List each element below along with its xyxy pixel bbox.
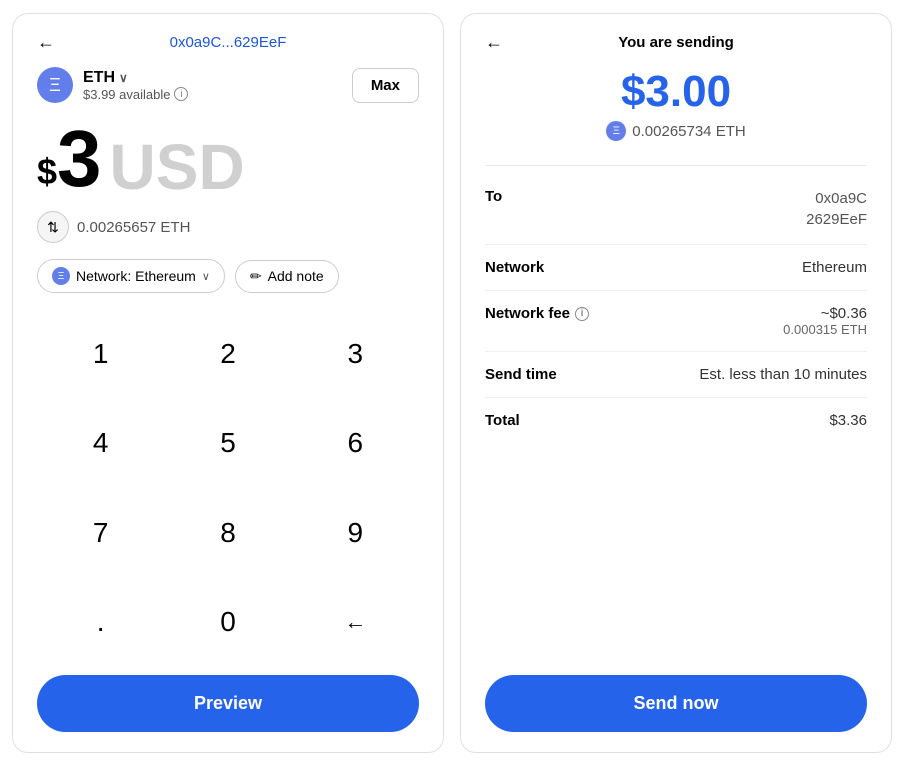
send-time-row: Send time Est. less than 10 minutes <box>485 352 867 398</box>
key-backspace[interactable]: ← <box>292 578 419 668</box>
network-row: Network Ethereum <box>485 245 867 291</box>
network-value: Ethereum <box>802 259 867 276</box>
key-6[interactable]: 6 <box>292 399 419 489</box>
sending-eth-icon: Ξ <box>606 121 626 141</box>
network-selector-button[interactable]: Ξ Network: Ethereum ∨ <box>37 259 225 293</box>
token-selector[interactable]: Ξ ETH ∨ $3.99 available i <box>37 67 188 103</box>
right-header: ← You are sending <box>485 34 867 51</box>
swap-currency-button[interactable]: ⇅ <box>37 211 69 243</box>
total-value: $3.36 <box>829 412 867 429</box>
right-header-title: You are sending <box>618 34 734 51</box>
amount-display: $ 3 USD <box>37 119 419 199</box>
token-row: Ξ ETH ∨ $3.99 available i Max <box>37 67 419 103</box>
sending-usd-amount: $3.00 <box>485 67 867 117</box>
send-now-button[interactable]: Send now <box>485 675 867 732</box>
amount-currency: USD <box>110 135 245 199</box>
preview-button[interactable]: Preview <box>37 675 419 732</box>
key-dot[interactable]: . <box>37 578 164 668</box>
right-back-button[interactable]: ← <box>485 32 503 53</box>
balance-info-icon[interactable]: i <box>174 87 188 101</box>
send-time-value: Est. less than 10 minutes <box>699 366 867 383</box>
network-eth-icon: Ξ <box>52 267 70 285</box>
key-7[interactable]: 7 <box>37 488 164 578</box>
sending-eth-amount: 0.00265734 ETH <box>632 123 745 140</box>
note-label: Add note <box>268 268 324 284</box>
sending-amount-section: $3.00 Ξ 0.00265734 ETH <box>485 67 867 141</box>
amount-number: 3 <box>57 119 102 199</box>
fee-label: Network fee i <box>485 305 589 322</box>
to-address: 0x0a9C 2629EeF <box>806 188 867 230</box>
fee-info-icon[interactable]: i <box>575 307 589 321</box>
key-3[interactable]: 3 <box>292 309 419 399</box>
left-header: ← 0x0a9C...629EeF <box>37 34 419 51</box>
dollar-sign: $ <box>37 151 57 193</box>
token-name-row: ETH ∨ <box>83 69 188 87</box>
token-symbol: ETH <box>83 69 115 87</box>
key-2[interactable]: 2 <box>164 309 291 399</box>
token-dropdown-icon[interactable]: ∨ <box>119 71 128 85</box>
eth-logo-icon: Ξ <box>37 67 73 103</box>
sending-eth-row: Ξ 0.00265734 ETH <box>485 121 867 141</box>
to-row: To 0x0a9C 2629EeF <box>485 174 867 245</box>
to-label: To <box>485 188 502 205</box>
add-note-button[interactable]: ✏ Add note <box>235 260 339 293</box>
fee-row: Network fee i ~$0.36 0.000315 ETH <box>485 291 867 352</box>
key-9[interactable]: 9 <box>292 488 419 578</box>
eth-equiv-amount: 0.00265657 ETH <box>77 219 190 236</box>
max-button[interactable]: Max <box>352 68 419 103</box>
fee-value: ~$0.36 <box>783 305 867 322</box>
network-label: Network <box>485 259 544 276</box>
key-1[interactable]: 1 <box>37 309 164 399</box>
network-label: Network: Ethereum <box>76 268 196 284</box>
numpad: 1 2 3 4 5 6 7 8 9 . 0 ← <box>37 309 419 667</box>
wallet-address[interactable]: 0x0a9C...629EeF <box>170 34 287 51</box>
confirm-panel: ← You are sending $3.00 Ξ 0.00265734 ETH… <box>460 13 892 753</box>
key-4[interactable]: 4 <box>37 399 164 489</box>
fee-eth: 0.000315 ETH <box>783 322 867 337</box>
transaction-details: To 0x0a9C 2629EeF Network Ethereum Netwo… <box>485 174 867 675</box>
key-8[interactable]: 8 <box>164 488 291 578</box>
left-back-button[interactable]: ← <box>37 32 55 53</box>
key-0[interactable]: 0 <box>164 578 291 668</box>
total-label: Total <box>485 412 520 429</box>
network-chevron-icon: ∨ <box>202 270 210 283</box>
key-5[interactable]: 5 <box>164 399 291 489</box>
total-row: Total $3.36 <box>485 398 867 443</box>
send-time-label: Send time <box>485 366 557 383</box>
send-panel: ← 0x0a9C...629EeF Ξ ETH ∨ $3.99 availabl… <box>12 13 444 753</box>
token-info: ETH ∨ $3.99 available i <box>83 69 188 102</box>
pencil-icon: ✏ <box>250 268 262 285</box>
divider <box>485 165 867 166</box>
token-balance: $3.99 available i <box>83 87 188 102</box>
eth-equiv-row: ⇅ 0.00265657 ETH <box>37 211 419 243</box>
options-row: Ξ Network: Ethereum ∨ ✏ Add note <box>37 259 419 293</box>
